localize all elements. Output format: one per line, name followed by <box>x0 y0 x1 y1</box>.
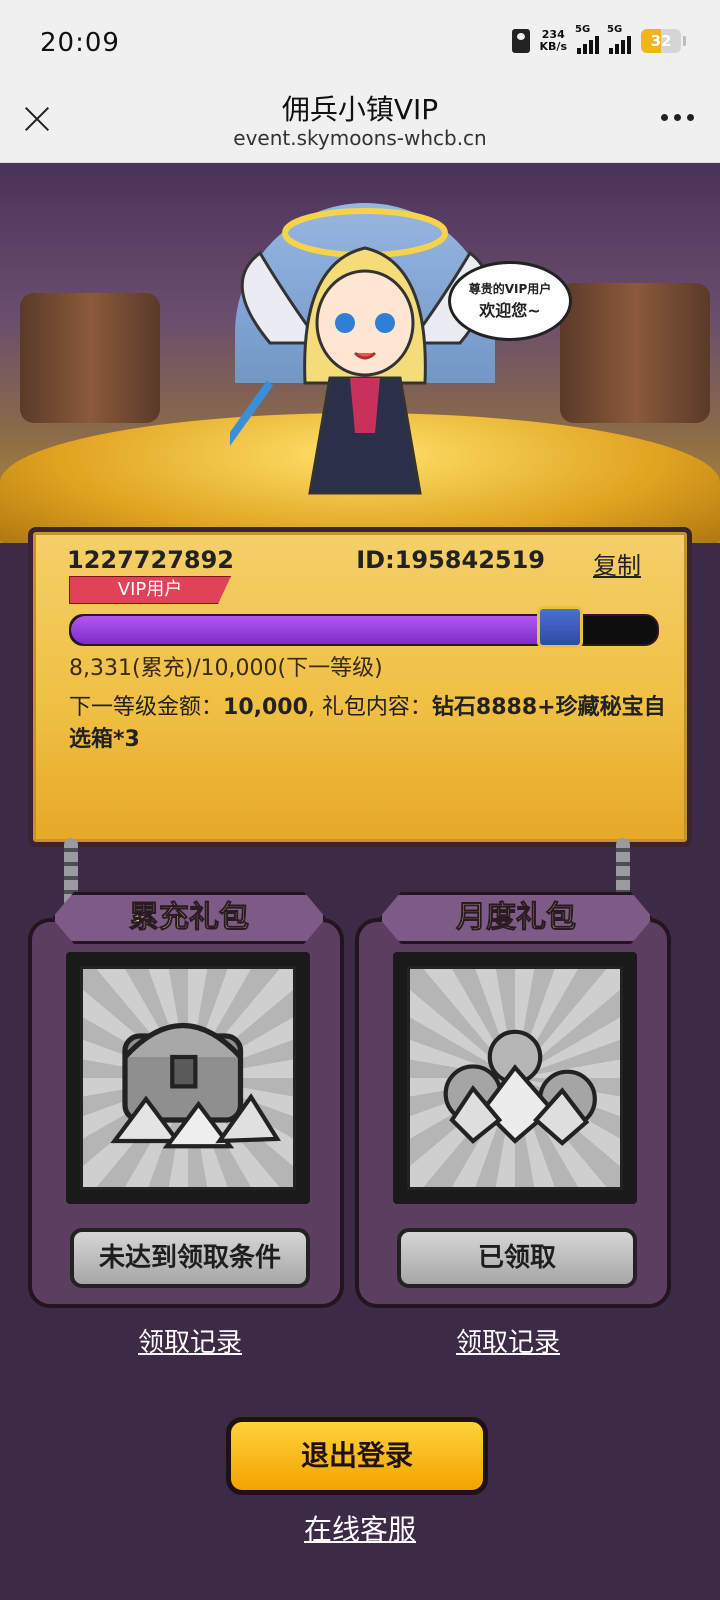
vip-banner: 尊贵的VIP用户 欢迎您~ <box>0 163 720 543</box>
user-number: 1227727892 <box>67 546 234 574</box>
logout-button[interactable]: 退出登录 <box>226 1417 488 1495</box>
speech-line-2: 欢迎您~ <box>479 301 541 320</box>
signal-label-2: 5G <box>607 24 623 35</box>
barrel-illustration-2 <box>560 283 710 423</box>
more-icon[interactable] <box>661 114 694 121</box>
claim-record-link[interactable]: 领取记录 <box>138 1322 242 1359</box>
claim-condition-button[interactable]: 未达到领取条件 <box>70 1228 310 1288</box>
speed-unit: KB/s <box>539 40 567 53</box>
desc-mid: , 礼包内容： <box>307 695 432 720</box>
signal-label: 5G <box>575 24 591 35</box>
vip-progress-fill <box>71 616 560 644</box>
copy-id-link[interactable]: 复制 <box>593 546 641 581</box>
speech-line-1: 尊贵的VIP用户 <box>468 282 552 296</box>
battery-icon: 32 <box>641 29 681 53</box>
gift-panel-header-2: 月度礼包 <box>379 892 653 944</box>
online-service-link[interactable]: 在线客服 <box>0 1508 720 1548</box>
angel-character-illustration <box>230 208 490 495</box>
gift-panel-header: 累充礼包 <box>52 892 326 944</box>
page-title: 佣兵小镇VIP <box>281 93 439 126</box>
treasure-chest-icon <box>66 952 310 1204</box>
player-id: ID:195842519 <box>356 546 545 574</box>
status-time: 20:09 <box>40 28 120 58</box>
barrel-illustration <box>20 293 160 423</box>
page-url: event.skymoons-whcb.cn <box>233 126 487 150</box>
signal-icon: 5G <box>575 24 599 54</box>
treasure-chest-icon <box>537 606 584 648</box>
progress-text: 8,331(累充)/10,000(下一等级) <box>69 656 383 681</box>
signal-icon-2: 5G <box>607 24 631 54</box>
sim-icon <box>511 29 530 53</box>
battery-level: 32 <box>650 32 672 50</box>
next-level-description: 下一等级金额：10,000, 礼包内容：钻石8888+珍藏秘宝自选箱*3 <box>69 692 669 756</box>
network-speed: 234 KB/s <box>540 29 567 53</box>
desc-amount: 10,000 <box>223 695 308 720</box>
status-icons: 234 KB/s 5G 5G 32 <box>511 24 686 54</box>
gift-panel-cumulative: 累充礼包 未达到领取条件 <box>28 892 344 1308</box>
browser-title-bar: 佣兵小镇VIP event.skymoons-whcb.cn <box>0 88 720 163</box>
speech-bubble: 尊贵的VIP用户 欢迎您~ <box>448 261 572 341</box>
gem-coins-icon <box>393 952 637 1204</box>
status-bar: 20:09 234 KB/s 5G 5G 32 <box>0 0 720 88</box>
claim-record-link-2[interactable]: 领取记录 <box>456 1322 560 1359</box>
gift-title: 累充礼包 <box>129 900 250 936</box>
vip-badge: VIP用户 <box>69 576 231 604</box>
gift-panel-monthly: 月度礼包 已领取 <box>355 892 671 1308</box>
desc-prefix: 下一等级金额： <box>69 695 224 720</box>
claimed-button[interactable]: 已领取 <box>397 1228 637 1288</box>
vip-info-card: 1227727892 ID:195842519 复制 VIP用户 8,331(累… <box>28 527 692 847</box>
gift-title-2: 月度礼包 <box>456 900 577 936</box>
